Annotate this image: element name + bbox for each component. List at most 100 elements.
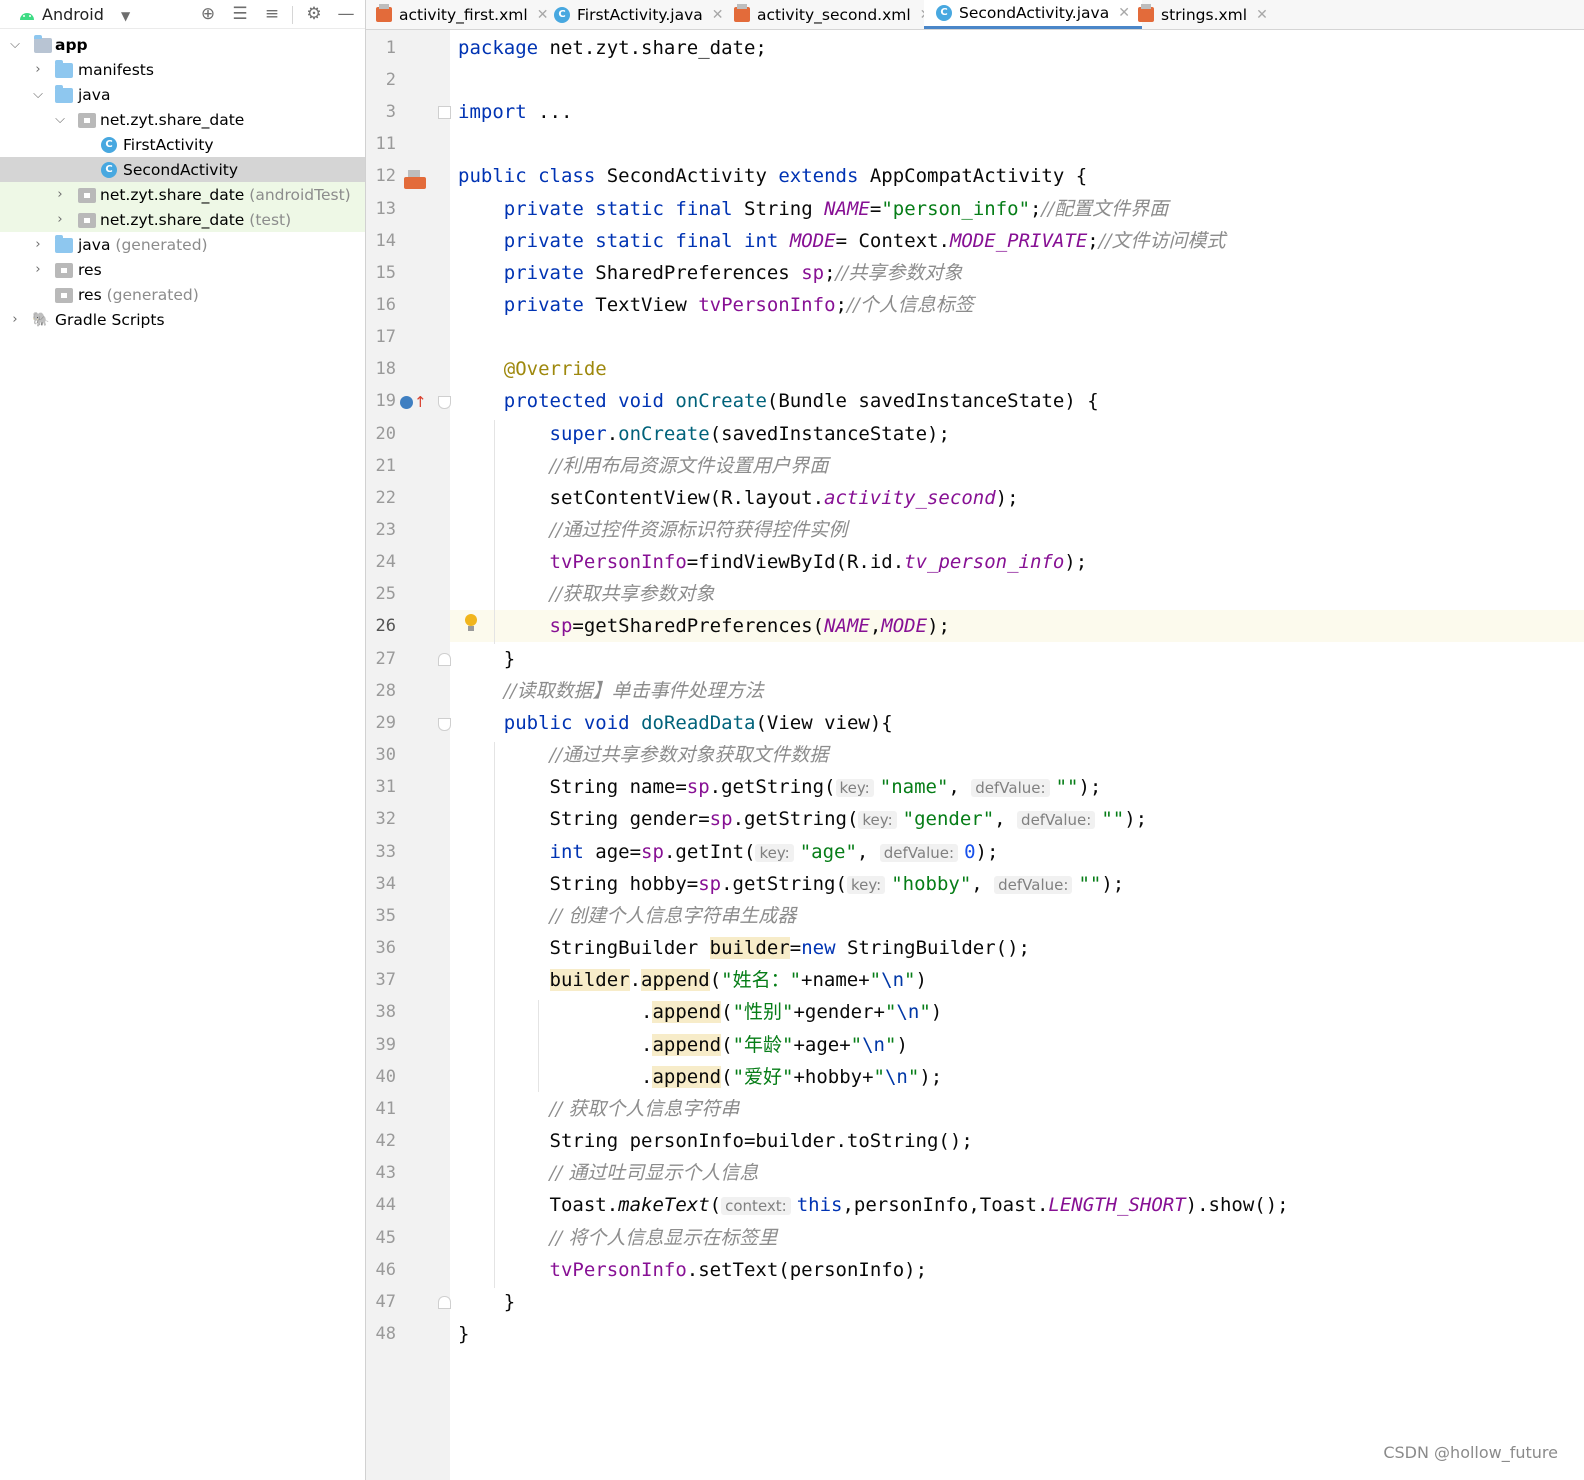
chevron-right-icon[interactable]: › (53, 187, 67, 202)
java-class-icon: C (554, 6, 570, 23)
line-number: 12 (375, 166, 396, 186)
code-line[interactable]: builder.append("姓名："+name+"\n") (458, 964, 927, 996)
tab-label: activity_second.xml (757, 5, 911, 24)
tree-item-label: Gradle Scripts (55, 310, 165, 329)
close-icon[interactable]: ✕ (712, 7, 724, 23)
code-line[interactable]: Toast.makeText(context: this,personInfo,T… (458, 1189, 1289, 1221)
code-line[interactable]: .append("性别"+gender+"\n") (458, 996, 942, 1028)
code-line[interactable]: @Override (458, 353, 607, 385)
fold-marker[interactable] (438, 396, 451, 409)
code-line[interactable]: String personInfo=builder.toString(); (458, 1125, 973, 1157)
code-line[interactable]: StringBuilder builder=new StringBuilder(… (458, 932, 1030, 964)
fold-marker[interactable] (438, 1296, 451, 1309)
code-line[interactable]: //读取数据】单击事件处理方法 (458, 675, 764, 707)
tree-item-package-test[interactable]: › net.zyt.share_date (test) (0, 207, 365, 232)
code-line[interactable]: private SharedPreferences sp;//共享参数对象 (458, 257, 963, 289)
java-class-icon: C (101, 162, 117, 178)
code-line[interactable]: //通过控件资源标识符获得控件实例 (458, 514, 848, 546)
resource-folder-icon (55, 263, 73, 278)
chevron-right-icon[interactable]: › (31, 262, 45, 277)
line-number: 21 (375, 456, 396, 476)
tree-item-java[interactable]: ⌵ java (0, 82, 365, 107)
code-line[interactable]: private static final int MODE= Context.M… (458, 225, 1226, 257)
tab-strings-xml[interactable]: strings.xml ✕ (1138, 0, 1268, 29)
line-number: 31 (375, 777, 396, 797)
project-view-selector[interactable]: Android ▼ (42, 5, 130, 24)
tree-item-res[interactable]: › res (0, 257, 365, 282)
code-line[interactable]: String hobby=sp.getString(key: "hobby", d… (458, 868, 1125, 900)
chevron-right-icon[interactable]: › (53, 212, 67, 227)
tree-item-gradle-scripts[interactable]: › 🐘 Gradle Scripts (0, 307, 365, 332)
chevron-right-icon[interactable]: › (31, 62, 45, 77)
tab-activity-second-xml[interactable]: activity_second.xml ✕ (734, 0, 931, 29)
chevron-right-icon[interactable]: › (8, 312, 22, 327)
code-line[interactable]: super.onCreate(savedInstanceState); (458, 418, 950, 450)
code-line[interactable]: } (458, 1318, 469, 1350)
locate-icon[interactable]: ⊕ (198, 4, 218, 24)
code-line[interactable]: // 将个人信息显示在标签里 (458, 1222, 778, 1254)
line-number: 20 (375, 424, 396, 444)
tree-item-first-activity[interactable]: C FirstActivity (0, 132, 365, 157)
fold-marker[interactable] (438, 106, 451, 119)
tree-item-package-android-test[interactable]: › net.zyt.share_date (androidTest) (0, 182, 365, 207)
tree-item-java-generated[interactable]: › java (generated) (0, 232, 365, 257)
code-line[interactable]: setContentView(R.layout.activity_second)… (458, 482, 1019, 514)
line-number: 23 (375, 520, 396, 540)
xml-file-icon (734, 4, 750, 22)
tree-item-secondary: (generated) (115, 235, 208, 254)
tab-label: activity_first.xml (399, 5, 528, 24)
code-line[interactable]: String name=sp.getString(key: "name", def… (458, 771, 1102, 803)
code-line[interactable]: public void doReadData(View view){ (458, 707, 893, 739)
close-icon[interactable]: ✕ (1118, 5, 1130, 21)
collapse-all-icon[interactable]: ≡ (262, 4, 282, 24)
code-line[interactable]: private TextView tvPersonInfo;//个人信息标签 (458, 289, 974, 321)
chevron-down-icon[interactable]: ⌵ (31, 87, 45, 102)
tab-activity-first-xml[interactable]: activity_first.xml ✕ (376, 0, 548, 29)
expand-all-icon[interactable]: ☰ (230, 4, 250, 24)
gear-icon[interactable]: ⚙ (304, 4, 324, 24)
code-line[interactable]: int age=sp.getInt(key: "age", defValue: 0)… (458, 836, 999, 868)
code-line[interactable]: private static final String NAME="person… (458, 193, 1169, 225)
line-number: 35 (375, 906, 396, 926)
code-line[interactable]: //利用布局资源文件设置用户界面 (458, 450, 829, 482)
chevron-down-icon[interactable]: ⌵ (8, 37, 22, 52)
layout-resource-icon[interactable] (404, 170, 426, 190)
xml-file-icon (376, 4, 392, 22)
code-line[interactable]: package net.zyt.share_date; (458, 32, 767, 64)
chevron-down-icon[interactable]: ⌵ (53, 112, 67, 127)
code-line[interactable]: .append("爱好"+hobby+"\n"); (458, 1061, 942, 1093)
code-line[interactable]: } (458, 643, 515, 675)
code-line[interactable]: //获取共享参数对象 (458, 578, 715, 610)
tree-item-second-activity[interactable]: C SecondActivity (0, 157, 365, 182)
watermark: CSDN @hollow_future (1383, 1443, 1558, 1462)
package-icon (78, 113, 96, 128)
code-line[interactable]: //通过共享参数对象获取文件数据 (458, 739, 829, 771)
chevron-right-icon[interactable]: › (31, 237, 45, 252)
code-line[interactable]: // 通过吐司显示个人信息 (458, 1157, 759, 1189)
override-method-icon[interactable]: ↑ (400, 393, 427, 413)
tab-second-activity-java[interactable]: C SecondActivity.java ✕ (924, 0, 1142, 29)
tree-item-app[interactable]: ⌵ app (0, 32, 365, 57)
code-line[interactable]: public class SecondActivity extends AppC… (458, 160, 1087, 192)
code-line[interactable]: import ... (458, 96, 572, 128)
code-line[interactable]: } (458, 1286, 515, 1318)
line-number: 44 (375, 1195, 396, 1215)
code-line[interactable]: tvPersonInfo=findViewById(R.id.tv_person… (458, 546, 1088, 578)
close-icon[interactable]: ✕ (1256, 7, 1268, 23)
code-line[interactable]: protected void onCreate(Bundle savedInst… (458, 385, 1099, 417)
code-line[interactable]: // 创建个人信息字符串生成器 (458, 900, 797, 932)
fold-marker[interactable] (438, 718, 451, 731)
close-icon[interactable]: ✕ (537, 7, 549, 23)
code-line[interactable]: .append("年龄"+age+"\n") (458, 1029, 908, 1061)
hide-panel-icon[interactable]: — (336, 4, 356, 24)
code-line[interactable]: tvPersonInfo.setText(personInfo); (458, 1254, 928, 1286)
tab-first-activity-java[interactable]: C FirstActivity.java ✕ (554, 0, 724, 29)
tree-item-res-generated[interactable]: res (generated) (0, 282, 365, 307)
fold-marker[interactable] (438, 653, 451, 666)
tree-item-manifests[interactable]: › manifests (0, 57, 365, 82)
code-line[interactable]: // 获取个人信息字符串 (458, 1093, 740, 1125)
code-line[interactable]: sp=getSharedPreferences(NAME,MODE); (458, 610, 950, 642)
code-line[interactable]: String gender=sp.getString(key: "gender",… (458, 803, 1148, 835)
tree-item-package[interactable]: ⌵ net.zyt.share_date (0, 107, 365, 132)
package-icon (78, 188, 96, 203)
